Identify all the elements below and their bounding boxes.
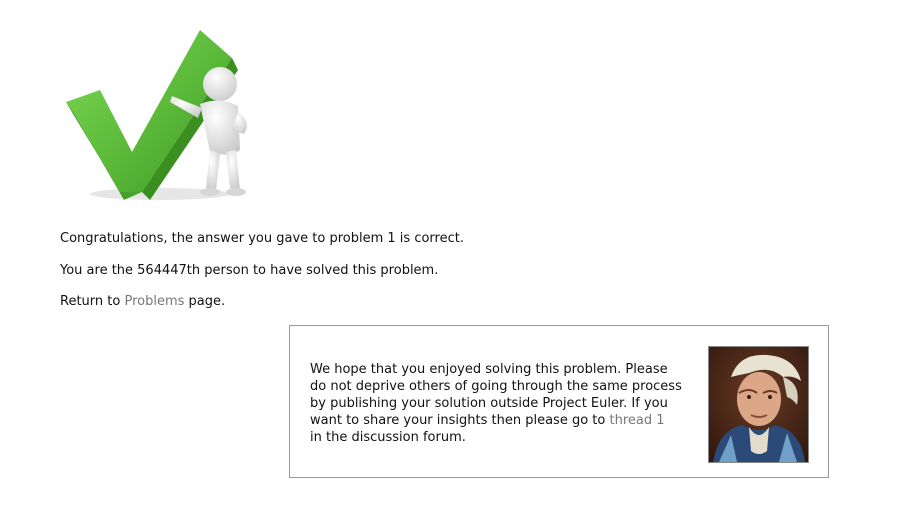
notice-suffix: in the discussion forum. [310, 430, 466, 445]
sharing-notice-text: We hope that you enjoyed solving this pr… [310, 361, 685, 446]
sharing-notice-box: We hope that you enjoyed solving this pr… [289, 325, 829, 478]
euler-portrait-image [708, 346, 809, 463]
return-prefix: Return to [60, 294, 125, 309]
thread-1-link[interactable]: thread 1 [609, 413, 664, 428]
solver-rank-message: You are the 564447th person to have solv… [60, 263, 439, 278]
return-line: Return to Problems page. [60, 293, 225, 311]
return-suffix: page. [184, 294, 226, 309]
correct-checkmark-icon [60, 22, 260, 202]
congratulations-message: Congratulations, the answer you gave to … [60, 231, 464, 246]
problems-link[interactable]: Problems [124, 294, 184, 309]
